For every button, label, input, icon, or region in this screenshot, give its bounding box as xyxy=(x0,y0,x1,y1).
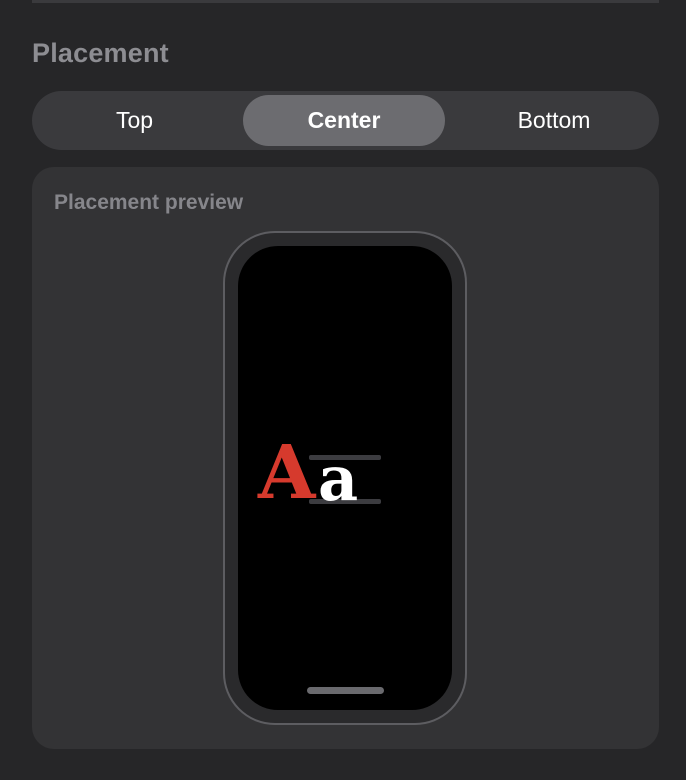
phone-screen: A a xyxy=(238,246,452,710)
placement-segmented-control: Top Center Bottom xyxy=(32,91,659,150)
phone-frame: A a xyxy=(223,231,467,725)
placement-option-top[interactable]: Top xyxy=(32,95,237,146)
font-sample-capital: A xyxy=(258,430,316,516)
placement-option-bottom[interactable]: Bottom xyxy=(449,95,659,146)
section-title: Placement xyxy=(32,38,169,68)
top-divider xyxy=(32,0,659,3)
placement-option-center[interactable]: Center xyxy=(243,95,445,146)
placement-preview-card: Placement preview A a xyxy=(32,167,659,749)
font-sample-lower: a xyxy=(318,442,359,515)
placement-preview-title: Placement preview xyxy=(54,191,244,214)
home-indicator xyxy=(307,687,384,694)
